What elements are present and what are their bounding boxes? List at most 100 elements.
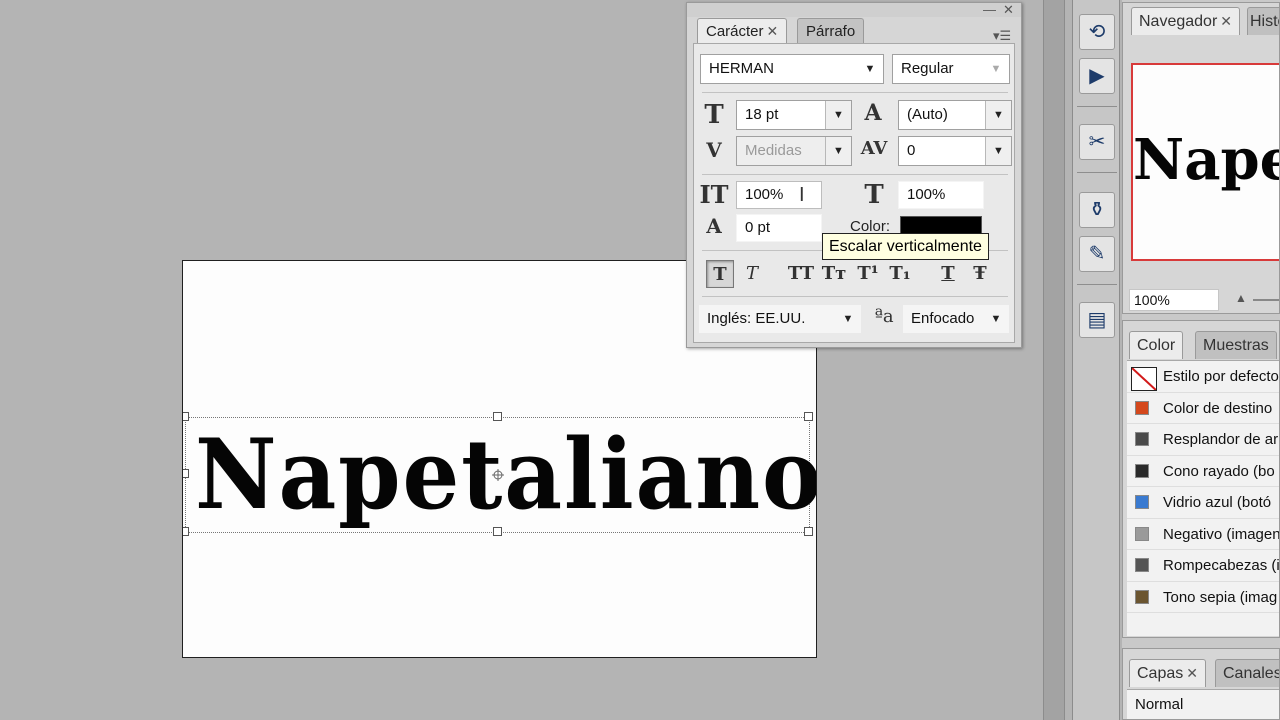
style-label: Rompecabezas (i (1163, 557, 1280, 574)
faux-bold-button[interactable]: T (706, 260, 734, 288)
divider (702, 174, 1008, 175)
reference-point-icon (492, 469, 504, 481)
tab-color-label: Color (1137, 337, 1176, 354)
vertical-scale-icon: IT (699, 180, 729, 209)
tab-paragraph[interactable]: Párrafo (797, 18, 865, 44)
font-family-select[interactable]: HERMAN ▼ (700, 54, 884, 84)
character-panel: «« — ✕ Carácter✕ Párrafo ▾☰ HERMAN ▼ Reg… (686, 2, 1022, 348)
style-swatch-icon (1135, 432, 1149, 446)
horizontal-scale-field[interactable]: 100% (898, 181, 984, 209)
list-item[interactable]: Estilo por defecto (1127, 361, 1279, 393)
transform-handle-top-left[interactable] (183, 412, 189, 421)
tab-color[interactable]: Color (1129, 331, 1184, 359)
style-label: Color de destino (1163, 399, 1273, 417)
chevron-down-icon[interactable]: ▼ (985, 101, 1011, 129)
leading-icon: A (864, 100, 882, 126)
zoom-value: 100% (1134, 292, 1170, 308)
transform-handle-middle-left[interactable] (183, 469, 189, 478)
subscript-button[interactable]: T₁ (886, 260, 914, 288)
tab-paragraph-label: Párrafo (806, 23, 856, 40)
chevron-down-icon[interactable]: ▼ (857, 55, 883, 83)
language-select[interactable]: Inglés: EE.UU. ▼ (698, 304, 862, 334)
tab-close-icon[interactable]: ✕ (767, 23, 779, 39)
history-icon[interactable]: ⟲ (1079, 14, 1115, 50)
blend-mode-row: Normal (1127, 689, 1279, 719)
baseline-shift-field[interactable]: 0 pt (736, 214, 822, 242)
divider (702, 296, 1008, 297)
list-item[interactable]: Vidrio azul (botó (1127, 487, 1279, 519)
divider (1077, 172, 1117, 173)
tab-navigator-label: Navegador (1139, 13, 1218, 30)
list-item[interactable]: Negativo (imagen (1127, 518, 1279, 550)
chevron-down-icon[interactable]: ▼ (983, 55, 1009, 83)
notes-icon[interactable]: ▤ (1079, 302, 1115, 338)
horizontal-scale-icon: T (864, 180, 884, 210)
style-swatch-icon (1135, 495, 1149, 509)
zoom-out-icon[interactable]: ▲ (1235, 291, 1247, 305)
navigator-preview[interactable]: Napetaliano (1131, 63, 1279, 261)
tab-history[interactable]: Histo (1247, 7, 1279, 35)
all-caps-button[interactable]: TT (784, 260, 818, 288)
superscript-button[interactable]: T¹ (854, 260, 882, 288)
actions-icon[interactable]: ▶ (1079, 58, 1115, 94)
transform-handle-bottom-left[interactable] (183, 527, 189, 536)
panel-menu-icon[interactable]: ▾☰ (993, 29, 1011, 43)
text-cursor-icon: I (799, 184, 805, 206)
chevron-down-icon[interactable]: ▼ (983, 305, 1009, 333)
chevron-down-icon[interactable]: ▼ (985, 137, 1011, 165)
style-swatch-icon (1135, 400, 1149, 415)
antialias-value: Enfocado (911, 310, 975, 327)
style-swatch-icon (1135, 558, 1149, 572)
small-caps-button[interactable]: Tт (818, 260, 850, 288)
zoom-field[interactable]: 100% (1129, 289, 1219, 311)
strikethrough-button[interactable]: Ŧ (966, 260, 994, 288)
antialias-select[interactable]: Enfocado ▼ (902, 304, 1010, 334)
list-item[interactable]: Color de destino (1127, 392, 1279, 424)
font-size-select[interactable]: 18 pt ▼ (736, 100, 852, 130)
minimize-icon[interactable]: — (983, 3, 996, 17)
blend-mode-select[interactable]: Normal (1127, 692, 1279, 718)
leading-value: (Auto) (907, 106, 948, 123)
list-item[interactable]: Resplandor de ar (1127, 424, 1279, 456)
tab-history-label: Histo (1250, 13, 1279, 30)
zoom-slider[interactable] (1253, 299, 1279, 301)
font-style-select[interactable]: Regular ▼ (892, 54, 1010, 84)
font-size-icon: T (704, 100, 724, 130)
style-label: Vidrio azul (botó (1163, 494, 1272, 511)
vertical-scale-value: 100% (745, 186, 784, 203)
navigator-preview-text: Napetaliano (1133, 127, 1279, 193)
faux-italic-button[interactable]: T (738, 260, 766, 288)
list-item[interactable]: Tono sepia (imag (1127, 581, 1279, 613)
vertical-scale-field[interactable]: 100% I (736, 181, 822, 209)
style-swatch-icon (1135, 526, 1149, 541)
tab-character[interactable]: Carácter ✕ (697, 18, 788, 44)
panel-titlebar[interactable] (687, 3, 1021, 17)
divider (702, 92, 1008, 93)
chevron-down-icon[interactable]: ▼ (835, 305, 861, 333)
layers-panel: Capas ✕ Canales Normal (1122, 648, 1280, 720)
leading-select[interactable]: (Auto) ▼ (898, 100, 1012, 130)
tab-close-icon[interactable]: ✕ (1220, 13, 1232, 29)
tool-presets-icon[interactable]: ✂ (1079, 124, 1115, 160)
chevron-down-icon[interactable]: ▼ (825, 101, 851, 129)
tab-navigator[interactable]: Navegador ✕ (1131, 7, 1241, 35)
tracking-value: 0 (907, 142, 916, 159)
baseline-shift-value: 0 pt (745, 219, 771, 236)
brush-presets-icon[interactable]: ✎ (1079, 236, 1115, 272)
styles-list: Estilo por defecto Color de destino Resp… (1127, 360, 1280, 636)
tab-channels[interactable]: Canales (1215, 659, 1279, 687)
kerning-select[interactable]: Medidas ▼ (736, 136, 852, 166)
panel-dock-strip[interactable] (1043, 0, 1065, 720)
clone-source-icon[interactable]: ⚱ (1079, 192, 1115, 228)
style-swatch-icon (1131, 367, 1157, 391)
list-item[interactable]: Cono rayado (bo (1127, 455, 1279, 487)
underline-button[interactable]: T (934, 260, 962, 288)
list-item[interactable]: Rompecabezas (i (1127, 550, 1280, 582)
close-icon[interactable]: ✕ (1003, 3, 1014, 17)
chevron-down-icon[interactable]: ▼ (825, 137, 851, 165)
kerning-value: Medidas (745, 142, 802, 159)
tracking-select[interactable]: 0 ▼ (898, 136, 1012, 166)
tab-layers[interactable]: Capas ✕ (1129, 659, 1206, 687)
tab-close-icon[interactable]: ✕ (1186, 665, 1198, 681)
tab-swatches[interactable]: Muestras (1195, 331, 1277, 359)
